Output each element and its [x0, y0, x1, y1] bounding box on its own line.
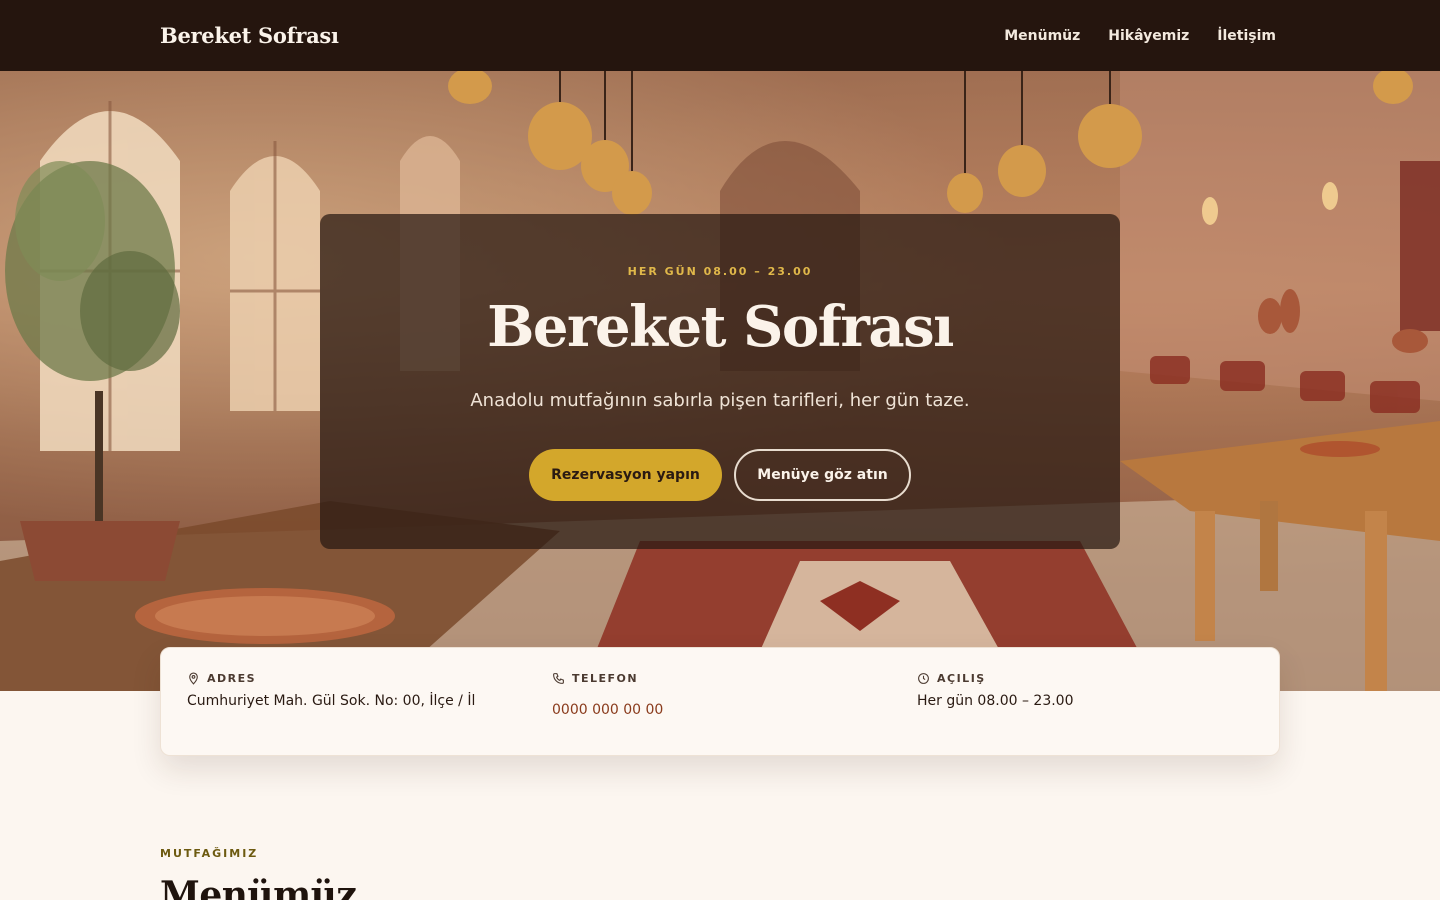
- hours-value: Her gün 08.00 – 23.00: [917, 693, 1074, 709]
- hours-label: AÇILIŞ: [937, 672, 986, 685]
- menu-section-title: Menümüz: [160, 874, 357, 900]
- info-hours: AÇILIŞ Her gün 08.00 – 23.00: [917, 672, 1074, 709]
- info-phone: TELEFON 0000 000 00 00: [552, 672, 663, 718]
- hero-subtitle: Anadolu mutfağının sabırla pişen tarifle…: [470, 390, 970, 411]
- hero-section: HER GÜN 08.00 – 23.00 Bereket Sofrası An…: [0, 71, 1440, 691]
- brand-logo[interactable]: Bereket Sofrası: [160, 23, 339, 48]
- view-menu-button[interactable]: Menüye göz atın: [734, 449, 911, 501]
- clock-icon: [917, 672, 930, 685]
- nav-link-story[interactable]: Hikâyemiz: [1108, 28, 1189, 44]
- address-label: ADRES: [207, 672, 257, 685]
- hero-card: HER GÜN 08.00 – 23.00 Bereket Sofrası An…: [320, 214, 1120, 549]
- phone-label: TELEFON: [572, 672, 639, 685]
- info-card: ADRES Cumhuriyet Mah. Gül Sok. No: 00, İ…: [160, 647, 1280, 756]
- nav-link-menu[interactable]: Menümüz: [1004, 28, 1080, 44]
- reservation-button[interactable]: Rezervasyon yapın: [529, 449, 722, 501]
- nav-link-contact[interactable]: İletişim: [1217, 28, 1276, 44]
- phone-link[interactable]: 0000 000 00 00: [552, 702, 663, 718]
- main-nav: Menümüz Hikâyemiz İletişim: [1004, 28, 1276, 44]
- opening-hours-kicker: HER GÜN 08.00 – 23.00: [627, 265, 813, 278]
- hero-title: Bereket Sofrası: [487, 294, 954, 360]
- location-pin-icon: [187, 672, 200, 685]
- site-header: Bereket Sofrası Menümüz Hikâyemiz İletiş…: [0, 0, 1440, 71]
- info-address: ADRES Cumhuriyet Mah. Gül Sok. No: 00, İ…: [187, 672, 475, 709]
- phone-icon: [552, 672, 565, 685]
- menu-section-kicker: MUTFAĞIMIZ: [160, 847, 259, 860]
- address-value: Cumhuriyet Mah. Gül Sok. No: 00, İlçe / …: [187, 693, 476, 709]
- hero-actions: Rezervasyon yapın Menüye göz atın: [320, 449, 1120, 501]
